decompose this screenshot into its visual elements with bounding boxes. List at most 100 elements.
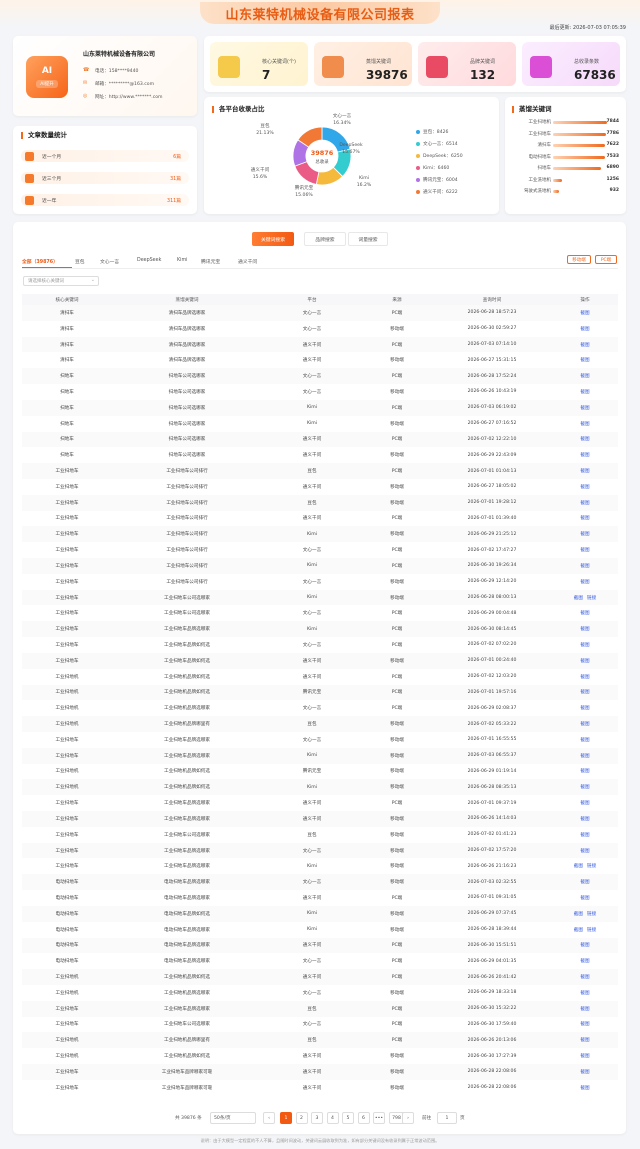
table-cell: 工业扫地车 [22, 1064, 112, 1080]
screenshot-link[interactable]: 截图 [580, 785, 589, 790]
screenshot-link[interactable]: 截图 [580, 1070, 589, 1075]
slice-percent: 15.67% [342, 149, 360, 155]
screenshot-link[interactable]: 截图 [580, 374, 589, 379]
screenshot-link[interactable]: 截图 [580, 311, 589, 316]
url-link[interactable]: 链接 [587, 596, 596, 601]
screenshot-link[interactable]: 截图 [580, 643, 589, 648]
table-cell: 工业扫地车 [55, 801, 79, 807]
screenshot-link[interactable]: 截图 [580, 769, 589, 774]
screenshot-link[interactable]: 截图 [580, 469, 589, 474]
pie-center-label: 总收录 [315, 158, 329, 165]
screenshot-link[interactable]: 截图 [580, 754, 589, 759]
screenshot-link[interactable]: 截图 [580, 1054, 589, 1059]
table-cell: 通义千问 [302, 358, 322, 364]
company-website: 网址：http://www.*******.com [95, 95, 163, 100]
stat-label: 核心关键词(个) [262, 59, 296, 65]
screenshot-link[interactable]: 截图 [580, 690, 589, 695]
screenshot-link[interactable]: 截图 [580, 501, 589, 506]
screenshot-link[interactable]: 截图 [574, 928, 583, 933]
next-page-button[interactable]: › [402, 1112, 414, 1124]
goto-page-input[interactable]: 1 [437, 1112, 457, 1124]
screenshot-link[interactable]: 截图 [580, 548, 589, 553]
pc-filter-button[interactable]: PC端 [595, 255, 617, 264]
screenshot-link[interactable]: 截图 [580, 358, 589, 363]
tab-keyword-search[interactable]: 关键词搜索 [252, 232, 294, 246]
table-actions: 截图 [552, 1000, 618, 1017]
screenshot-link[interactable]: 截图 [580, 390, 589, 395]
screenshot-link[interactable]: 截图 [580, 485, 589, 490]
platform-tab-deepseek[interactable]: DeepSeek [137, 258, 161, 263]
page-button[interactable]: 3 [311, 1112, 323, 1124]
screenshot-link[interactable]: 截图 [580, 738, 589, 743]
screenshot-link[interactable]: 截图 [580, 516, 589, 521]
table-cell: 扫地车 [22, 431, 112, 448]
screenshot-link[interactable]: 截图 [580, 453, 589, 458]
screenshot-link[interactable]: 截图 [580, 627, 589, 632]
platform-tab-tongyi[interactable]: 通义千问 [238, 258, 257, 265]
table-cell: 工业扫地机品牌如何选 [112, 684, 262, 701]
table-cell: 工业扫地机 [22, 716, 112, 732]
screenshot-link[interactable]: 截图 [574, 912, 583, 917]
tab-volume-search[interactable]: 词量搜索 [348, 232, 388, 246]
screenshot-link[interactable]: 截图 [580, 580, 589, 585]
screenshot-link[interactable]: 截图 [580, 706, 589, 711]
screenshot-link[interactable]: 截图 [580, 659, 589, 664]
screenshot-link[interactable]: 截图 [580, 991, 589, 996]
screenshot-link[interactable]: 截图 [580, 849, 589, 854]
screenshot-link[interactable]: 截图 [580, 1086, 589, 1091]
page-button[interactable]: 5 [342, 1112, 354, 1124]
page-button[interactable]: ••• [373, 1112, 385, 1124]
tab-brand-search[interactable]: 品牌搜索 [304, 232, 346, 246]
screenshot-link[interactable]: 截图 [580, 943, 589, 948]
table-cell: 文心一言 [262, 305, 362, 321]
screenshot-link[interactable]: 截图 [574, 864, 583, 869]
page-button[interactable]: 2 [295, 1112, 308, 1124]
core-keyword-select[interactable]: 请选择核心关键词 [23, 276, 99, 286]
table-cell: 2026-06-29 22:43:09 [467, 452, 517, 458]
platform-tab-kimi[interactable]: Kimi [177, 258, 187, 263]
table-cell: 工业扫地车 [22, 1000, 112, 1017]
screenshot-link[interactable]: 截图 [580, 532, 589, 537]
screenshot-link[interactable]: 截图 [580, 959, 589, 964]
screenshot-link[interactable]: 截图 [580, 801, 589, 806]
page-size-select[interactable]: 50条/页 [210, 1112, 256, 1124]
screenshot-link[interactable]: 截图 [580, 564, 589, 569]
screenshot-link[interactable]: 截图 [580, 833, 589, 838]
table-actions: 截图 [552, 558, 618, 574]
screenshot-link[interactable]: 截图 [580, 437, 589, 442]
page-button[interactable]: 6 [357, 1112, 370, 1124]
mobile-filter-button[interactable]: 移动端 [567, 255, 591, 264]
screenshot-link[interactable]: 截图 [580, 817, 589, 822]
platform-tab-yuanbao[interactable]: 腾讯元宝 [201, 258, 220, 265]
screenshot-link[interactable]: 截图 [580, 880, 589, 885]
platform-tab-wenxin[interactable]: 文心一言 [100, 258, 119, 265]
article-item-year[interactable]: 近一年 311篇 [21, 194, 189, 206]
screenshot-link[interactable]: 截图 [580, 1007, 589, 1012]
screenshot-link[interactable]: 截图 [580, 675, 589, 680]
page-button[interactable]: 1 [280, 1112, 292, 1124]
article-item-quarter[interactable]: 近三个月 31篇 [21, 172, 189, 184]
table-cell: 工业扫地车 [22, 589, 112, 606]
url-link[interactable]: 链接 [587, 912, 596, 917]
screenshot-link[interactable]: 截图 [580, 896, 589, 901]
screenshot-link[interactable]: 截图 [580, 343, 589, 348]
article-item-month[interactable]: 近一个月 6篇 [21, 150, 189, 162]
legend-label: 腾讯元宝：6004 [423, 178, 458, 183]
screenshot-link[interactable]: 截图 [580, 722, 589, 727]
url-link[interactable]: 链接 [587, 864, 596, 869]
page-button[interactable]: 4 [326, 1112, 339, 1124]
screenshot-link[interactable]: 截图 [580, 975, 589, 980]
screenshot-link[interactable]: 截图 [580, 327, 589, 332]
screenshot-link[interactable]: 截图 [580, 1038, 589, 1043]
screenshot-link[interactable]: 截图 [574, 596, 583, 601]
stat-brand-keywords: 品牌关键词 132 [418, 42, 516, 86]
platform-tab-doubao[interactable]: 豆包 [75, 258, 85, 265]
screenshot-link[interactable]: 截图 [580, 1022, 589, 1027]
prev-page-button[interactable]: ‹ [263, 1112, 275, 1124]
screenshot-link[interactable]: 截图 [580, 422, 589, 427]
screenshot-link[interactable]: 截图 [580, 406, 589, 411]
table-cell: 移动端 [390, 769, 404, 775]
screenshot-link[interactable]: 截图 [580, 611, 589, 616]
url-link[interactable]: 链接 [587, 928, 596, 933]
platform-tab-all[interactable]: 全部（39876） [22, 258, 58, 265]
